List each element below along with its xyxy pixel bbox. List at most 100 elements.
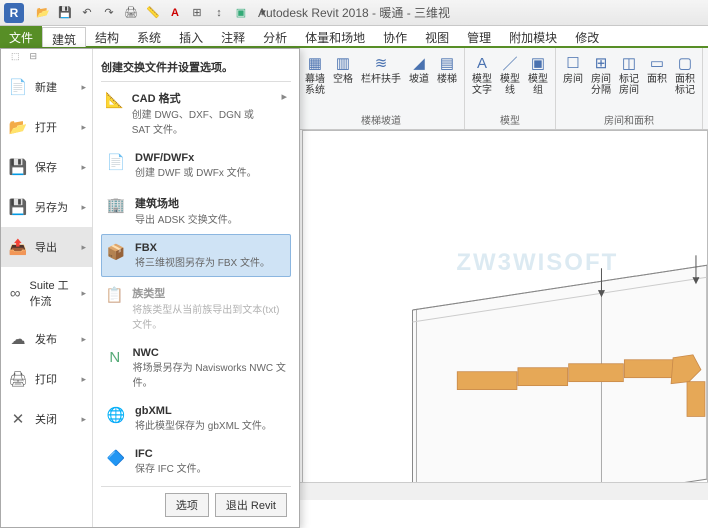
- ribbon-icon: ▥: [333, 53, 353, 73]
- ribbon-button-2-4[interactable]: ▢ 面积标记: [672, 51, 698, 110]
- ribbon-button-2-2[interactable]: ◫ 标记房间: [616, 51, 642, 110]
- file-item-label: 保存: [35, 159, 57, 175]
- titlebar: R 📂 💾 ↶ ↷ 🖨 📏 A ⊞ ↕ ▣ ▾ Autodesk Revit 2…: [0, 0, 708, 26]
- file-item-icon: 📄: [7, 77, 29, 97]
- tab-view[interactable]: 视图: [416, 26, 458, 46]
- ribbon-label: 模型组: [528, 74, 548, 96]
- file-item-3[interactable]: 💾 另存为 ▸: [1, 187, 92, 227]
- ribbon-icon: ▦: [305, 53, 325, 73]
- qat-arrow-icon[interactable]: ↕: [210, 4, 228, 22]
- chevron-right-icon: ▸: [281, 90, 287, 136]
- ribbon-button-0-3[interactable]: ◢ 坡道: [406, 51, 432, 110]
- options-button[interactable]: 选项: [165, 493, 209, 517]
- export-item-cad-[interactable]: 📐 CAD 格式 创建 DWG、DXF、DGN 或 SAT 文件。 ▸: [101, 82, 291, 144]
- tab-structure[interactable]: 结构: [86, 26, 128, 46]
- qat-nav-icon[interactable]: ⊞: [188, 4, 206, 22]
- export-desc: 创建 DWF 或 DWFx 文件。: [135, 164, 257, 179]
- file-menu-footer: 选项 退出 Revit: [101, 486, 291, 523]
- tab-insert[interactable]: 插入: [170, 26, 212, 46]
- chevron-right-icon: ▸: [81, 242, 86, 253]
- workspace: ▦ 幕墙系统▥ 空格≋ 栏杆扶手◢ 坡道▤ 楼梯楼梯坡道A 模型文字／ 模型线▣…: [0, 48, 708, 500]
- ribbon-button-2-0[interactable]: ☐ 房间: [560, 51, 586, 110]
- file-menu: ⬚⊟ 📄 新建 ▸📂 打开 ▸💾 保存 ▸💾 另存为 ▸📤 导出 ▸∞ Suit…: [0, 48, 300, 528]
- file-item-icon: 💾: [7, 197, 29, 217]
- tab-massing[interactable]: 体量和场地: [296, 26, 374, 46]
- tab-file[interactable]: 文件: [0, 26, 42, 46]
- ribbon-group-title: 房间和面积: [604, 110, 654, 127]
- export-title: NWC: [133, 347, 287, 359]
- export-icon: N: [105, 347, 125, 367]
- file-item-0[interactable]: 📄 新建 ▸: [1, 67, 92, 107]
- export-desc: 将场景另存为 Navisworks NWC 文件。: [133, 359, 287, 389]
- export-item-gbxml[interactable]: 🌐 gbXML 将此模型保存为 gbXML 文件。: [101, 397, 291, 440]
- export-item-ifc[interactable]: 🔷 IFC 保存 IFC 文件。: [101, 440, 291, 483]
- tab-annotate[interactable]: 注释: [212, 26, 254, 46]
- tab-addins[interactable]: 附加模块: [500, 26, 566, 46]
- ribbon-button-2-3[interactable]: ▭ 面积: [644, 51, 670, 110]
- file-item-label: 打印: [35, 371, 57, 387]
- tab-architecture[interactable]: 建筑: [42, 27, 86, 47]
- ribbon-button-1-0[interactable]: A 模型文字: [469, 51, 495, 110]
- file-item-8[interactable]: ✕ 关闭 ▸: [1, 399, 92, 439]
- qat-redo-icon[interactable]: ↷: [100, 4, 118, 22]
- file-item-1[interactable]: 📂 打开 ▸: [1, 107, 92, 147]
- file-menu-recent: ⬚⊟: [5, 51, 43, 67]
- ribbon-label: 标记房间: [619, 74, 639, 96]
- file-item-label: 打开: [35, 119, 57, 135]
- ribbon-button-1-1[interactable]: ／ 模型线: [497, 51, 523, 110]
- export-title: 族类型: [132, 285, 287, 301]
- file-item-7[interactable]: 🖨 打印 ▸: [1, 359, 92, 399]
- export-title: CAD 格式: [132, 90, 274, 106]
- file-item-label: 新建: [35, 79, 57, 95]
- export-desc: 将三维视图另存为 FBX 文件。: [135, 254, 270, 269]
- tab-systems[interactable]: 系统: [128, 26, 170, 46]
- qat-letter-icon[interactable]: A: [166, 4, 184, 22]
- tab-collaborate[interactable]: 协作: [374, 26, 416, 46]
- file-item-5[interactable]: ∞ Suite 工作流 ▸: [1, 267, 92, 319]
- ribbon-button-0-4[interactable]: ▤ 楼梯: [434, 51, 460, 110]
- qat-measure-icon[interactable]: 📏: [144, 4, 162, 22]
- qat-save-icon[interactable]: 💾: [56, 4, 74, 22]
- ribbon-button-0-1[interactable]: ▥ 空格: [330, 51, 356, 110]
- qat-print-icon[interactable]: 🖨: [122, 4, 140, 22]
- ribbon-label: 房间分隔: [591, 74, 611, 96]
- exit-revit-button[interactable]: 退出 Revit: [215, 493, 287, 517]
- tab-analyze[interactable]: 分析: [254, 26, 296, 46]
- ribbon-label: 栏杆扶手: [361, 74, 401, 85]
- export-icon: 🏢: [105, 195, 127, 215]
- ribbon-button-2-1[interactable]: ⊞ 房间分隔: [588, 51, 614, 110]
- tab-manage[interactable]: 管理: [458, 26, 500, 46]
- file-item-6[interactable]: ☁ 发布 ▸: [1, 319, 92, 359]
- export-item--[interactable]: 🏢 建筑场地 导出 ADSK 交换文件。: [101, 187, 291, 234]
- ribbon-icon: ☐: [563, 53, 583, 73]
- export-desc: 将族类型从当前族导出到文本(txt)文件。: [132, 301, 287, 331]
- file-item-label: 发布: [35, 331, 57, 347]
- export-title: FBX: [135, 242, 270, 254]
- export-title: IFC: [135, 448, 207, 460]
- ribbon-icon: A: [472, 53, 492, 73]
- qat-undo-icon[interactable]: ↶: [78, 4, 96, 22]
- tab-modify[interactable]: 修改: [566, 26, 608, 46]
- viewport[interactable]: ZW3WISOFT: [302, 130, 708, 500]
- ribbon-label: 模型文字: [472, 74, 492, 96]
- ribbon-label: 坡道: [409, 74, 429, 85]
- export-desc: 将此模型保存为 gbXML 文件。: [135, 417, 272, 432]
- file-item-icon: ☁: [7, 329, 29, 349]
- ribbon-button-1-2[interactable]: ▣ 模型组: [525, 51, 551, 110]
- file-item-2[interactable]: 💾 保存 ▸: [1, 147, 92, 187]
- file-item-label: 另存为: [35, 199, 68, 215]
- qat-panel-icon[interactable]: ▣: [232, 4, 250, 22]
- ribbon-button-0-2[interactable]: ≋ 栏杆扶手: [358, 51, 404, 110]
- file-item-4[interactable]: 📤 导出 ▸: [1, 227, 92, 267]
- qat-open-icon[interactable]: 📂: [34, 4, 52, 22]
- export-icon: 📄: [105, 152, 127, 172]
- model-3d: [303, 131, 707, 499]
- export-item-fbx[interactable]: 📦 FBX 将三维视图另存为 FBX 文件。: [101, 234, 291, 277]
- file-item-label: 导出: [35, 239, 57, 255]
- export-title: gbXML: [135, 405, 272, 417]
- export-item--[interactable]: 📋 族类型 将族类型从当前族导出到文本(txt)文件。: [101, 277, 291, 339]
- ribbon-button-0-0[interactable]: ▦ 幕墙系统: [302, 51, 328, 110]
- export-item-nwc[interactable]: N NWC 将场景另存为 Navisworks NWC 文件。: [101, 339, 291, 397]
- window-title: Autodesk Revit 2018 - 暖通 - 三维视: [258, 4, 450, 21]
- export-item-dwf-dwfx[interactable]: 📄 DWF/DWFx 创建 DWF 或 DWFx 文件。: [101, 144, 291, 187]
